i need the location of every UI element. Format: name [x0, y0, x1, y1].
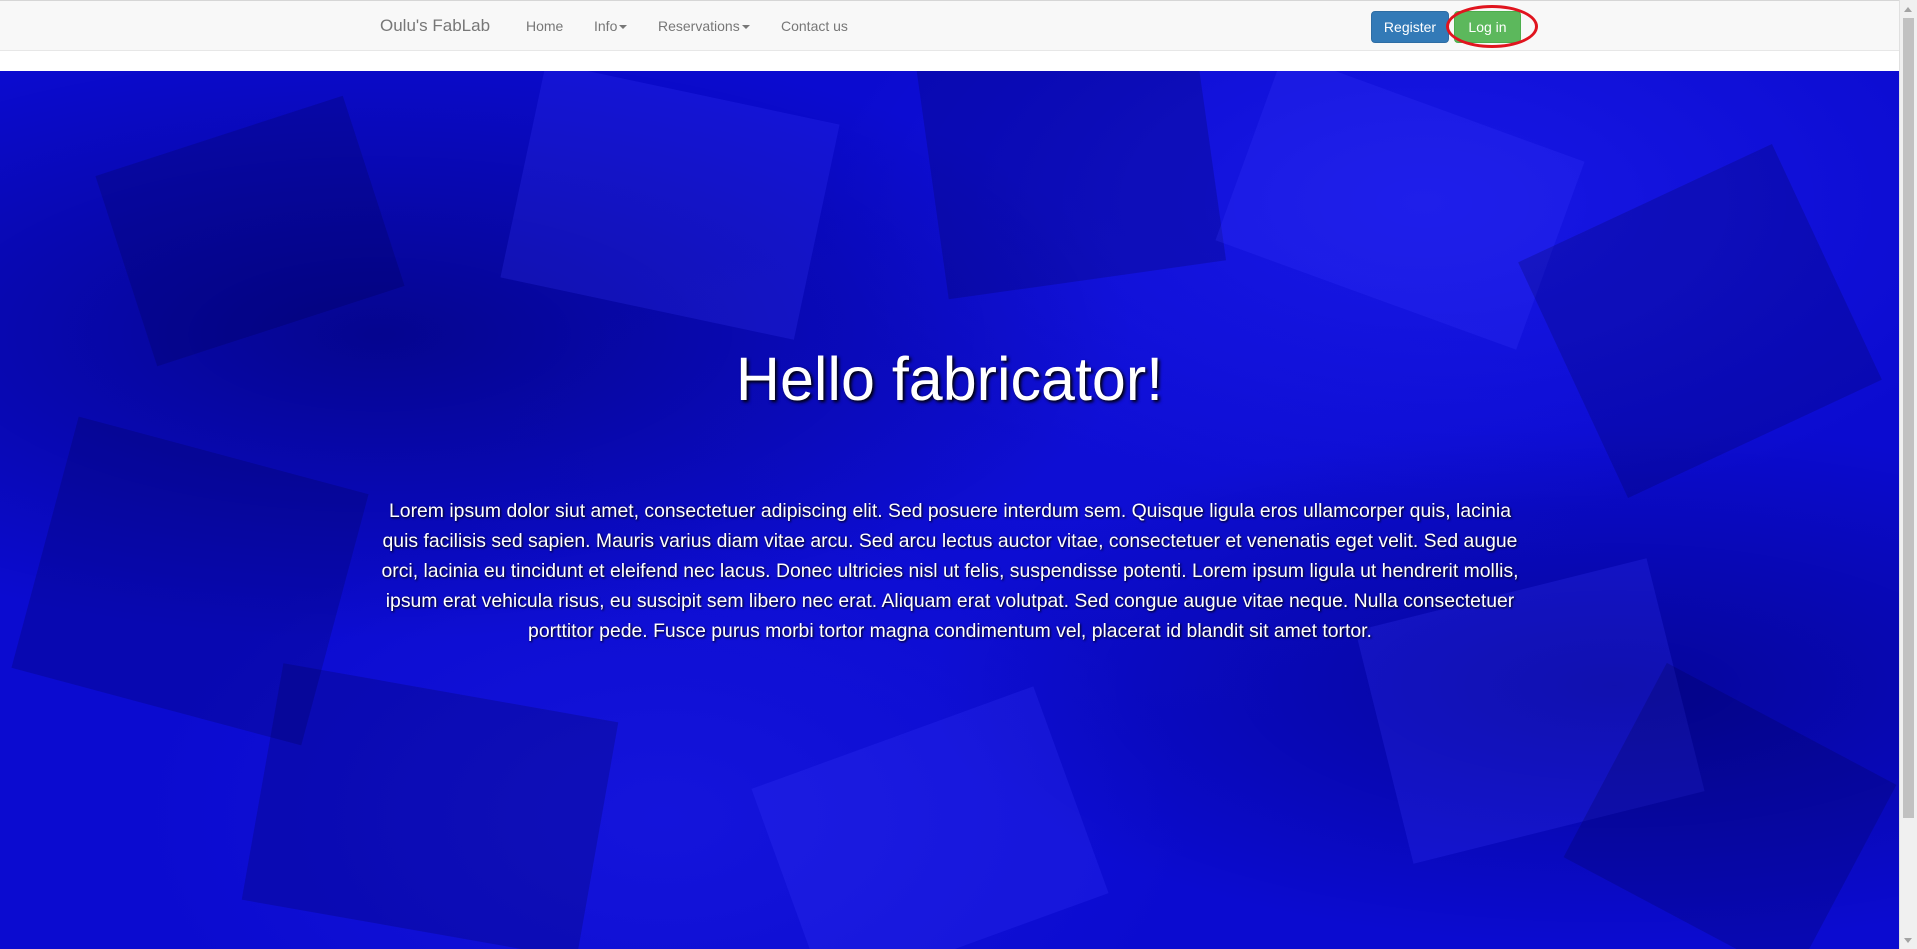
hero-title: Hello fabricator! [735, 345, 1164, 413]
page: Oulu's FabLab Home Info Reservations Con… [0, 0, 1917, 949]
nav-home-label: Home [526, 18, 564, 34]
background-shape [1518, 144, 1882, 498]
nav-reservations-dropdown[interactable]: Reservations [658, 18, 750, 34]
nav-reservations-label: Reservations [658, 18, 740, 34]
background-shape [913, 71, 1227, 300]
login-button[interactable]: Log in [1454, 11, 1521, 43]
nav-home[interactable]: Home [526, 18, 563, 34]
background-shape [751, 686, 1109, 949]
nav-contact-label: Contact us [781, 18, 848, 34]
scrollbar-thumb[interactable] [1903, 18, 1914, 818]
brand-link[interactable]: Oulu's FabLab [380, 16, 490, 36]
nav-info-label: Info [594, 18, 618, 34]
nav-info-dropdown[interactable]: Info [594, 18, 628, 34]
background-shape [500, 71, 840, 340]
arrow-down-icon[interactable] [1904, 938, 1912, 943]
arrow-up-icon[interactable] [1904, 7, 1912, 12]
background-shape [241, 663, 619, 949]
caret-down-icon [619, 25, 628, 30]
top-navbar: Oulu's FabLab Home Info Reservations Con… [0, 0, 1899, 51]
vertical-scrollbar[interactable] [1899, 0, 1917, 949]
background-shape [1215, 71, 1585, 350]
nav-contact[interactable]: Contact us [781, 18, 848, 34]
background-shape [95, 95, 405, 367]
caret-down-icon [741, 25, 750, 30]
hero-description: Lorem ipsum dolor siut amet, consectetue… [381, 500, 1519, 642]
register-button[interactable]: Register [1371, 11, 1449, 43]
